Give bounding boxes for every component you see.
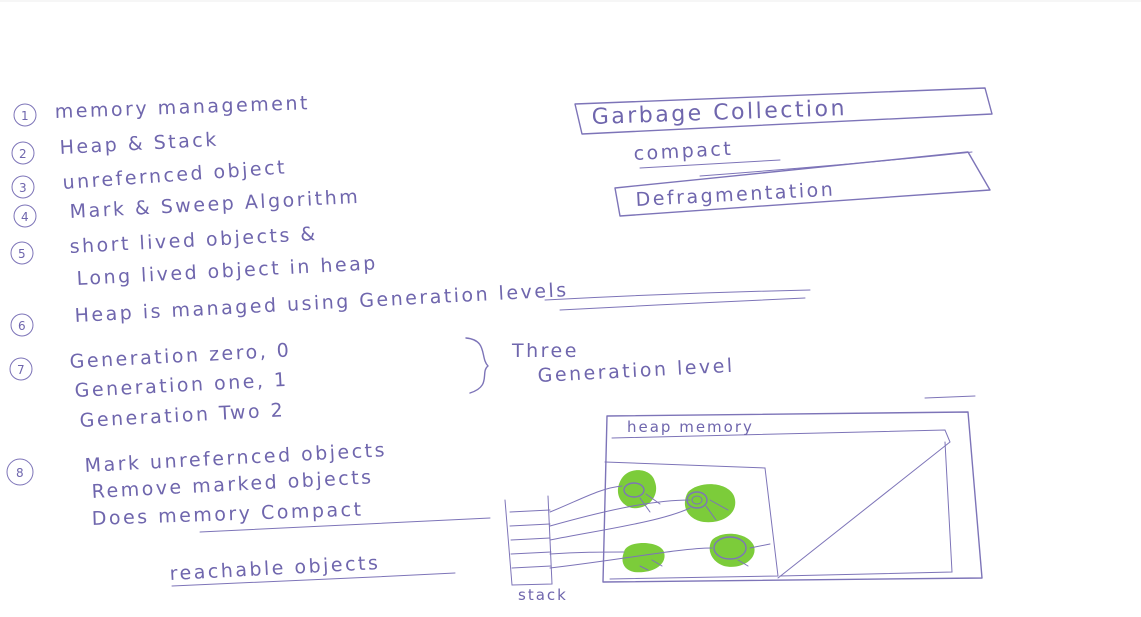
- note-item-6: 6 Heap is managed using Generation level…: [10, 279, 811, 337]
- note-line-5b: Long lived object in heap: [76, 252, 378, 290]
- note-number-4: 4: [21, 210, 29, 224]
- note-line-4: Mark & Sweep Algorithm: [69, 186, 361, 223]
- note-item-7: 7 Generation zero, 0 Generation one, 1 G…: [9, 337, 976, 432]
- reachable-objects-note: reachable objects: [169, 552, 456, 587]
- note-line-7c: Generation Two 2: [79, 399, 286, 432]
- note-number-2: 2: [19, 147, 27, 161]
- note-line-2: Heap & Stack: [59, 129, 219, 159]
- reachable-objects-label: reachable objects: [169, 552, 381, 585]
- keyword-garbage-collection: Garbage Collection: [574, 87, 993, 135]
- heap-object-1: [617, 470, 661, 513]
- note-item-5: 5 short lived objects & Long lived objec…: [10, 223, 378, 290]
- stack-label: stack: [518, 586, 568, 604]
- note-number-6: 6: [18, 319, 26, 333]
- note-item-2: 2 Heap & Stack: [11, 129, 219, 165]
- note-number-7: 7: [17, 363, 25, 377]
- note-line-7a: Generation zero, 0: [69, 339, 292, 373]
- curly-brace: [465, 337, 489, 394]
- note-item-1: 1 memory management: [13, 92, 310, 127]
- brace-label-three: Three: [511, 340, 579, 362]
- note-number-8: 8: [16, 466, 24, 480]
- note-item-8: 8 Mark unrefernced objects Remove marked…: [6, 439, 491, 533]
- note-number-5: 5: [18, 247, 26, 261]
- note-number-3: 3: [19, 181, 27, 195]
- note-line-6: Heap is managed using Generation levels: [74, 279, 569, 327]
- note-line-3: unrefernced object: [62, 156, 288, 194]
- keyword-compact-label: compact: [633, 138, 734, 165]
- heap-object-4: [709, 533, 771, 567]
- whiteboard: 1 memory management 2 Heap & Stack 3 unr…: [0, 0, 1141, 617]
- heap-memory-label: heap memory: [627, 418, 754, 436]
- stack-block: stack: [504, 495, 568, 604]
- note-line-8c: Does memory Compact: [91, 499, 363, 530]
- note-line-5a: short lived objects &: [69, 223, 318, 258]
- note-line-7b: Generation one, 1: [74, 369, 289, 402]
- whiteboard-sketch: 1 memory management 2 Heap & Stack 3 unr…: [0, 0, 1141, 604]
- heap-memory-diagram: heap memory stack: [504, 411, 983, 604]
- note-number-1: 1: [21, 109, 29, 123]
- heap-object-2: [684, 484, 736, 523]
- note-line-1: memory management: [54, 92, 310, 123]
